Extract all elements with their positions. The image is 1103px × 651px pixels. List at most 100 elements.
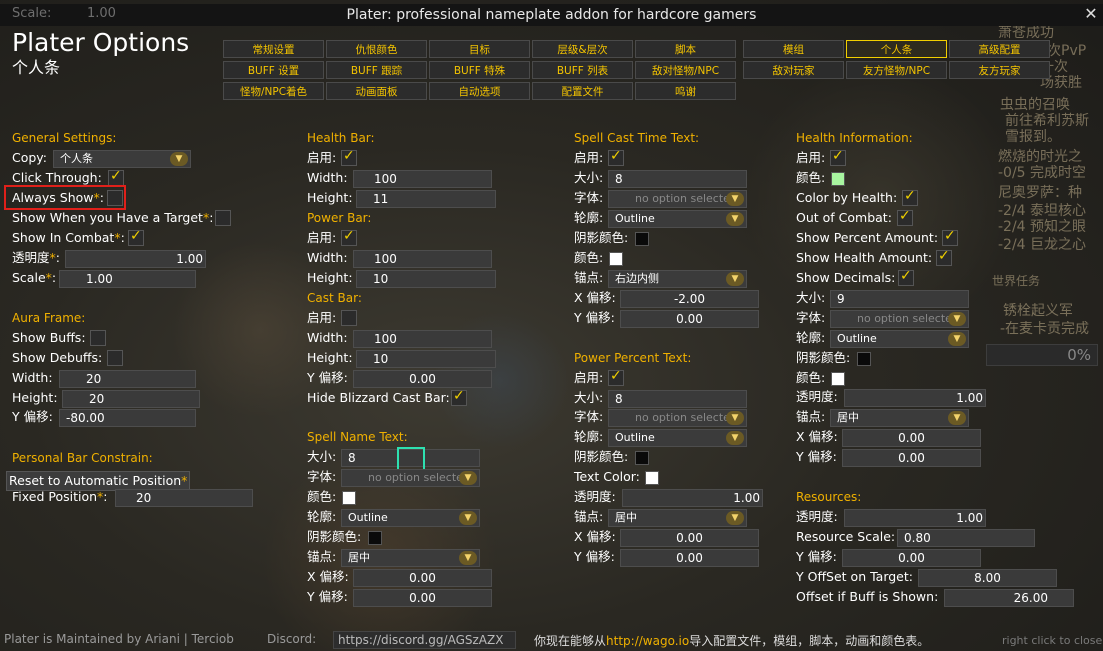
show-debuffs-checkbox[interactable]: [107, 350, 123, 366]
tab-button[interactable]: BUFF 设置: [223, 61, 324, 79]
chevron-down-icon[interactable]: ▼: [948, 332, 966, 346]
close-icon[interactable]: ✕: [1083, 6, 1099, 22]
ct-anchor-dropdown[interactable]: 右边内侧 ▼: [608, 270, 747, 288]
tab-button[interactable]: 脚本: [635, 40, 736, 58]
pp-outline-dropdown[interactable]: Outline ▼: [608, 429, 747, 447]
cb-width-slider[interactable]: 100: [353, 330, 492, 348]
sn-color-swatch[interactable]: [342, 491, 356, 505]
cb-enable-checkbox[interactable]: [341, 310, 357, 326]
chevron-down-icon[interactable]: ▼: [726, 411, 744, 425]
pb-enable-checkbox[interactable]: [341, 228, 357, 246]
ct-size-slider[interactable]: 8: [608, 170, 747, 188]
tab-button[interactable]: 层级&层次: [532, 40, 633, 58]
chevron-down-icon[interactable]: ▼: [459, 471, 477, 485]
out-of-combat-checkbox[interactable]: [897, 208, 913, 226]
fixed-position-slider[interactable]: 20: [115, 489, 253, 507]
chevron-down-icon[interactable]: ▼: [726, 431, 744, 445]
tab-button[interactable]: BUFF 特殊: [429, 61, 530, 79]
tab-button[interactable]: 敌对怪物/NPC: [635, 61, 736, 79]
sn-anchor-dropdown[interactable]: 居中 ▼: [341, 549, 480, 567]
wago-link[interactable]: http://wago.io: [606, 634, 689, 648]
aura-width-slider[interactable]: 20: [59, 370, 196, 388]
tab-button[interactable]: 个人条: [846, 40, 947, 58]
hi-anchor-dropdown[interactable]: 居中 ▼: [830, 409, 969, 427]
hi-outline-dropdown[interactable]: Outline ▼: [830, 330, 969, 348]
tab-button[interactable]: 友方玩家: [949, 61, 1050, 79]
tab-button[interactable]: 鸣谢: [635, 82, 736, 100]
res-alpha-slider[interactable]: 1.00: [844, 509, 986, 527]
show-percent-checkbox[interactable]: [942, 228, 958, 246]
hide-blizzard-checkbox[interactable]: [451, 388, 467, 406]
ct-yoff-slider[interactable]: 0.00: [620, 310, 759, 328]
tab-button[interactable]: 怪物/NPC着色: [223, 82, 324, 100]
hb-height-slider[interactable]: 11: [356, 190, 496, 208]
color-by-health-checkbox[interactable]: [902, 188, 918, 206]
hi-color2-swatch[interactable]: [831, 372, 845, 386]
show-buffs-checkbox[interactable]: [90, 330, 106, 346]
chevron-down-icon[interactable]: ▼: [459, 511, 477, 525]
tab-button[interactable]: 配置文件: [532, 82, 633, 100]
pp-anchor-dropdown[interactable]: 居中 ▼: [608, 509, 747, 527]
hi-xoff-slider[interactable]: 0.00: [842, 429, 981, 447]
hi-enable-checkbox[interactable]: [830, 148, 846, 166]
sn-font-dropdown[interactable]: no option selecte ▼: [341, 469, 480, 487]
chevron-down-icon[interactable]: ▼: [726, 192, 744, 206]
ct-color-swatch[interactable]: [609, 252, 623, 266]
chevron-down-icon[interactable]: ▼: [726, 212, 744, 226]
tab-button[interactable]: 自动选项: [429, 82, 530, 100]
hi-color-swatch[interactable]: [831, 172, 845, 186]
pp-shadow-swatch[interactable]: [635, 451, 649, 465]
scale-slider[interactable]: 1.00: [59, 270, 196, 288]
aura-height-slider[interactable]: 20: [62, 390, 200, 408]
tab-button[interactable]: 高级配置: [949, 40, 1050, 58]
sn-yoff-slider[interactable]: 0.00: [353, 589, 492, 607]
tab-button[interactable]: 动画面板: [326, 82, 427, 100]
res-scale-slider[interactable]: 0.80: [897, 529, 1035, 547]
pp-text-color-swatch[interactable]: [645, 471, 659, 485]
sn-xoff-slider[interactable]: 0.00: [353, 569, 492, 587]
hi-shadow-swatch[interactable]: [857, 352, 871, 366]
copy-dropdown[interactable]: 个人条 ▼: [53, 150, 191, 168]
click-through-checkbox[interactable]: [108, 168, 124, 186]
sn-shadow-swatch[interactable]: [368, 531, 382, 545]
alpha-slider[interactable]: 1.00: [65, 250, 206, 268]
show-health-checkbox[interactable]: [936, 248, 952, 266]
scale-value-top[interactable]: 1.00: [87, 6, 116, 21]
discord-link-field[interactable]: https://discord.gg/AGSzAZX: [333, 631, 516, 649]
aura-yoff-slider[interactable]: -80.00: [59, 409, 196, 427]
hb-width-slider[interactable]: 100: [353, 170, 492, 188]
tab-button[interactable]: 敌对玩家: [743, 61, 844, 79]
show-target-checkbox[interactable]: [215, 210, 231, 226]
tab-button[interactable]: 仇恨颜色: [326, 40, 427, 58]
hi-alpha-slider[interactable]: 1.00: [844, 389, 986, 407]
ct-enable-checkbox[interactable]: [608, 148, 624, 166]
show-combat-checkbox[interactable]: [128, 228, 144, 246]
pp-alpha-slider[interactable]: 1.00: [622, 489, 763, 507]
sn-outline-dropdown[interactable]: Outline ▼: [341, 509, 480, 527]
hi-font-dropdown[interactable]: no option selecte ▼: [830, 310, 969, 328]
tab-button[interactable]: BUFF 跟踪: [326, 61, 427, 79]
pp-size-slider[interactable]: 8: [608, 390, 747, 408]
chevron-down-icon[interactable]: ▼: [170, 152, 188, 166]
ct-outline-dropdown[interactable]: Outline ▼: [608, 210, 747, 228]
show-decimals-checkbox[interactable]: [898, 268, 914, 286]
pp-xoff-slider[interactable]: 0.00: [620, 529, 759, 547]
pp-yoff-slider[interactable]: 0.00: [620, 549, 759, 567]
hi-size-slider[interactable]: 9: [830, 290, 969, 308]
cb-height-slider[interactable]: 10: [356, 350, 496, 368]
cb-yoff-slider[interactable]: 0.00: [353, 370, 492, 388]
tab-button[interactable]: 目标: [429, 40, 530, 58]
chevron-down-icon[interactable]: ▼: [726, 272, 744, 286]
pb-width-slider[interactable]: 100: [353, 250, 492, 268]
chevron-down-icon[interactable]: ▼: [948, 312, 966, 326]
y-offset-target-slider[interactable]: 8.00: [918, 569, 1057, 587]
chevron-down-icon[interactable]: ▼: [726, 511, 744, 525]
chevron-down-icon[interactable]: ▼: [948, 411, 966, 425]
ct-font-dropdown[interactable]: no option selecte ▼: [608, 190, 747, 208]
res-yoff-slider[interactable]: 0.00: [842, 549, 981, 567]
offset-buff-slider[interactable]: 26.00: [944, 589, 1074, 607]
hi-yoff-slider[interactable]: 0.00: [842, 449, 981, 467]
pb-height-slider[interactable]: 10: [356, 270, 496, 288]
chevron-down-icon[interactable]: ▼: [459, 551, 477, 565]
tab-button[interactable]: 模组: [743, 40, 844, 58]
